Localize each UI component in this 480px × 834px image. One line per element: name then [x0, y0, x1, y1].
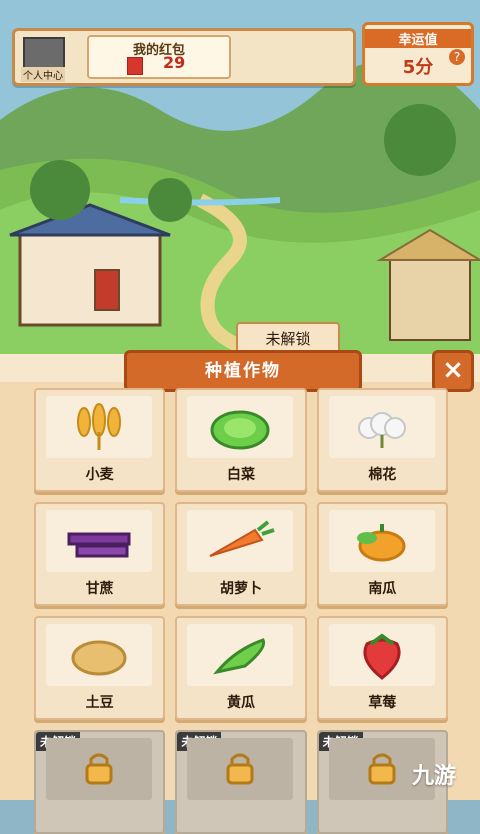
lock-icon — [187, 738, 294, 800]
crop-label: 棉花 — [368, 467, 397, 483]
crop-label: 胡萝卜 — [219, 581, 262, 597]
crop-label: 小麦 — [85, 467, 114, 483]
redpacket-box[interactable]: 我的红包 29 — [87, 35, 231, 79]
redpacket-title: 我的红包 — [132, 43, 185, 58]
crop-label: 土豆 — [85, 695, 114, 711]
strawberry-icon — [328, 624, 435, 686]
lock-icon — [46, 738, 152, 800]
panel-title: 种植作物 — [124, 350, 362, 392]
cabbage-icon — [187, 396, 294, 458]
lucky-value-box[interactable]: 幸运值 5分 ? — [362, 22, 474, 86]
cotton-icon — [328, 396, 435, 458]
locked-crop-card[interactable]: 未解锁 — [175, 730, 307, 834]
crop-label: 白菜 — [226, 467, 255, 483]
close-button[interactable]: × — [432, 350, 474, 392]
lucky-title: 幸运值 — [365, 29, 471, 48]
crop-label: 南瓜 — [368, 581, 397, 597]
crop-card-sugarcane[interactable]: 甘蔗 — [34, 502, 166, 606]
pumpkin-icon — [328, 510, 435, 572]
crop-card-strawberry[interactable]: 草莓 — [316, 616, 448, 720]
help-icon[interactable]: ? — [449, 49, 465, 65]
crop-card-cotton[interactable]: 棉花 — [316, 388, 448, 492]
wheat-icon — [46, 396, 152, 458]
crop-panel: 种植作物 × 小麦 白菜 棉花 甘蔗 胡萝卜 南瓜 土豆 黄瓜 草莓 九游 — [0, 350, 480, 834]
redpacket-icon — [127, 57, 143, 75]
crop-card-pumpkin[interactable]: 南瓜 — [316, 502, 448, 606]
crop-card-carrot[interactable]: 胡萝卜 — [175, 502, 307, 606]
carrot-icon — [187, 510, 294, 572]
crop-label: 黄瓜 — [226, 695, 255, 711]
crop-label: 甘蔗 — [85, 581, 114, 597]
sugarcane-icon — [46, 510, 152, 572]
locked-crop-card[interactable]: 未解锁 — [34, 730, 166, 834]
crop-card-wheat[interactable]: 小麦 — [34, 388, 166, 492]
potato-icon — [46, 624, 152, 686]
crop-card-cucumber[interactable]: 黄瓜 — [175, 616, 307, 720]
crop-grid: 小麦 白菜 棉花 甘蔗 胡萝卜 南瓜 土豆 黄瓜 草莓 — [28, 388, 454, 834]
crop-card-cabbage[interactable]: 白菜 — [175, 388, 307, 492]
crop-card-potato[interactable]: 土豆 — [34, 616, 166, 720]
cucumber-icon — [187, 624, 294, 686]
watermark-logo: 九游 — [411, 764, 456, 789]
redpacket-count: 29 — [163, 53, 186, 72]
profile-center-label[interactable]: 个人中心 — [21, 67, 65, 82]
player-status-bar: 个人中心 我的红包 29 — [12, 28, 356, 86]
crop-label: 草莓 — [368, 695, 397, 711]
